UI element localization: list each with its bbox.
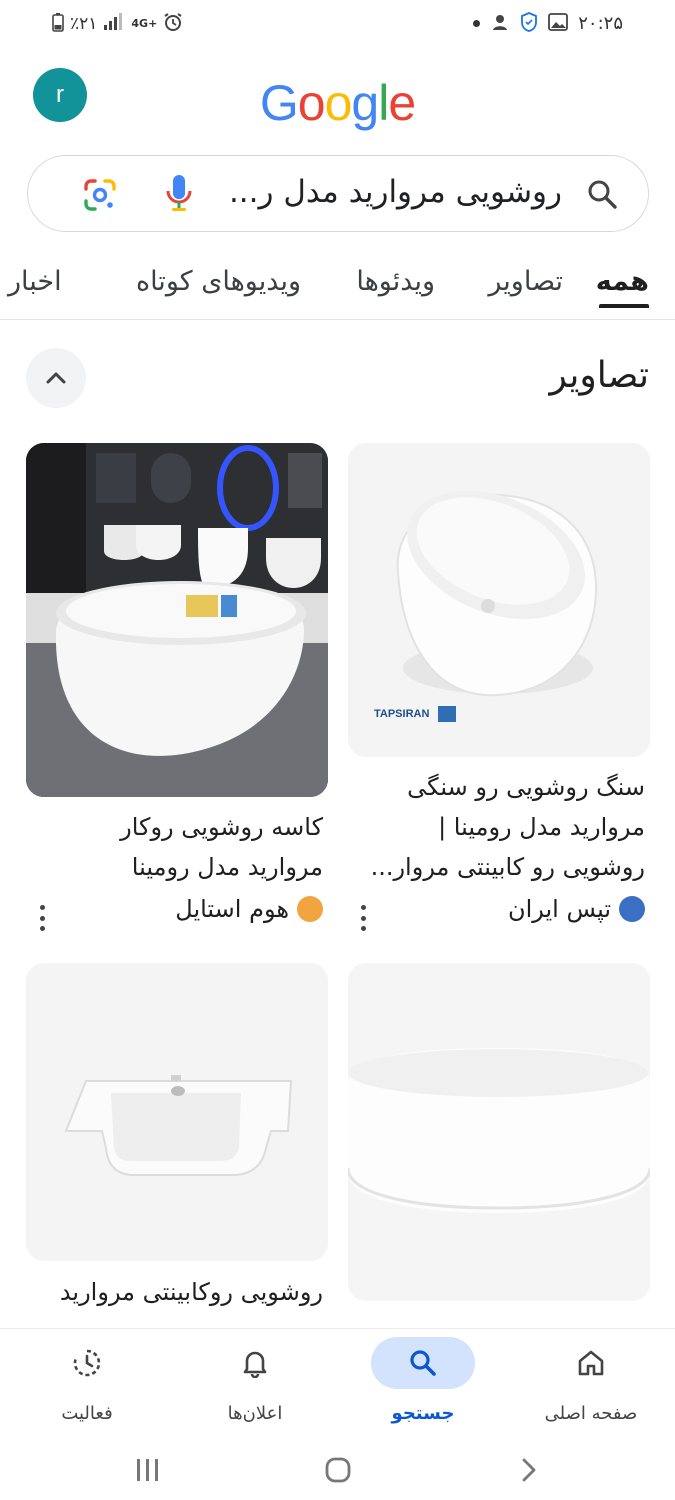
nav-search[interactable]: جستجو [339,1329,507,1439]
back-chevron-icon [522,1458,536,1482]
home-icon [578,1350,604,1376]
tab-active-indicator [599,304,649,308]
title-line: روشویی روکابینتی مروارید [59,1278,323,1306]
tab-images[interactable]: تصاویر [488,266,563,297]
recent-apps-button[interactable] [128,1450,168,1490]
app-notification-icon [490,12,510,35]
clock: ۲۰:۲۵ [578,13,623,34]
search-icon[interactable] [586,178,618,210]
nav-home[interactable]: صفحه اصلی [507,1329,675,1439]
logo-letter: e [388,75,416,131]
logo-letter: g [351,75,379,131]
tapsiran-favicon [619,896,645,922]
title-line: کاسه روشویی روکار [120,813,323,841]
nav-label-search: جستجو [391,1403,455,1424]
tab-news[interactable]: اخبار [8,266,62,297]
nav-label-activity: فعالیت [61,1403,113,1424]
tab-all[interactable]: همه [596,266,649,297]
image-result-title[interactable]: روشویی روکابینتی مروارید [23,1272,323,1328]
tapsiran-watermark: TAPSIRAN [374,708,429,720]
signal-icon [103,13,125,34]
shield-icon [520,12,538,35]
network-type: 4G+ [131,17,158,30]
search-query[interactable]: روشویی مروارید مدل ر... [229,174,562,210]
alarm-icon [163,12,183,35]
images-section-title: تصاویر [549,355,649,396]
image-result-thumbnail[interactable] [26,963,328,1261]
bell-icon [243,1351,267,1378]
cabinet-basin-image [26,963,328,1261]
image-result-title[interactable]: کاسه روشویی روکار مروارید مدل رومینا [23,807,323,887]
chevron-up-icon [46,372,66,384]
search-icon [410,1350,436,1376]
nav-icon-container [371,1337,475,1389]
collapse-button[interactable] [26,348,86,408]
basin-image: TAPSIRAN [348,443,650,757]
status-right: ۲۰:۲۵ [473,12,623,35]
homestyle-favicon [297,896,323,922]
nav-label-home: صفحه اصلی [544,1403,638,1424]
search-tabs: همه تصاویر ویدئوها ویدیوهای کوتاه اخبار [0,258,675,320]
gallery-icon [548,13,569,34]
logo-letter: o [297,75,326,131]
logo-letter: o [324,75,353,131]
nav-icon-container [539,1337,643,1389]
nav-icon-container [203,1337,307,1389]
status-bar: ٪۲۱ 4G+ ۲۰:۲۵ [0,0,675,50]
source-name: هوم استایل [175,895,289,923]
search-bar[interactable]: روشویی مروارید مدل ر... [27,155,649,232]
nav-activity[interactable]: فعالیت [3,1329,171,1439]
title-line: سنگ روشویی رو سنگی [407,773,645,801]
google-logo: Google [0,74,675,132]
basin-showroom-image [26,443,328,797]
image-result-thumbnail[interactable] [348,963,650,1301]
tab-videos[interactable]: ویدئوها [356,266,435,297]
bottom-navigation: صفحه اصلی جستجو اعلان‌ها فعالیت [0,1328,675,1438]
recent-apps-icon [137,1459,158,1481]
system-navigation-bar [0,1438,675,1500]
image-result-thumbnail[interactable]: TAPSIRAN [348,443,650,757]
back-button[interactable] [508,1450,548,1490]
home-circle-icon [325,1457,351,1483]
nav-icon-container [35,1337,139,1389]
home-system-button[interactable] [318,1450,358,1490]
image-result-source[interactable]: تپس ایران [508,895,645,923]
notification-dot-icon [473,20,481,27]
oval-basin-image [348,963,650,1301]
status-left: ٪۲۱ 4G+ [52,12,183,35]
title-line: مروارید مدل رومینا [131,853,323,881]
nav-label-notifications: اعلان‌ها [227,1403,283,1424]
logo-letter: G [259,75,299,131]
more-options-icon[interactable] [358,905,368,931]
image-result-title[interactable]: سنگ روشویی رو سنگی مروارید مدل رومینا | … [345,767,645,887]
image-result-thumbnail[interactable] [26,443,328,797]
image-result-source[interactable]: هوم استایل [175,895,323,923]
more-options-icon[interactable] [37,905,47,931]
mic-icon[interactable] [163,173,195,215]
logo-letter: l [378,75,389,131]
battery-level: ٪۲۱ [70,13,98,34]
title-line: مروارید مدل رومینا | [438,813,645,841]
source-name: تپس ایران [507,895,611,923]
google-lens-icon[interactable] [82,177,118,213]
nav-notifications[interactable]: اعلان‌ها [171,1329,339,1439]
activity-icon [73,1349,101,1377]
battery-icon [52,12,64,35]
tab-short-videos[interactable]: ویدیوهای کوتاه [136,266,301,297]
title-line: روشویی رو کابینتی مروار... [370,853,645,881]
